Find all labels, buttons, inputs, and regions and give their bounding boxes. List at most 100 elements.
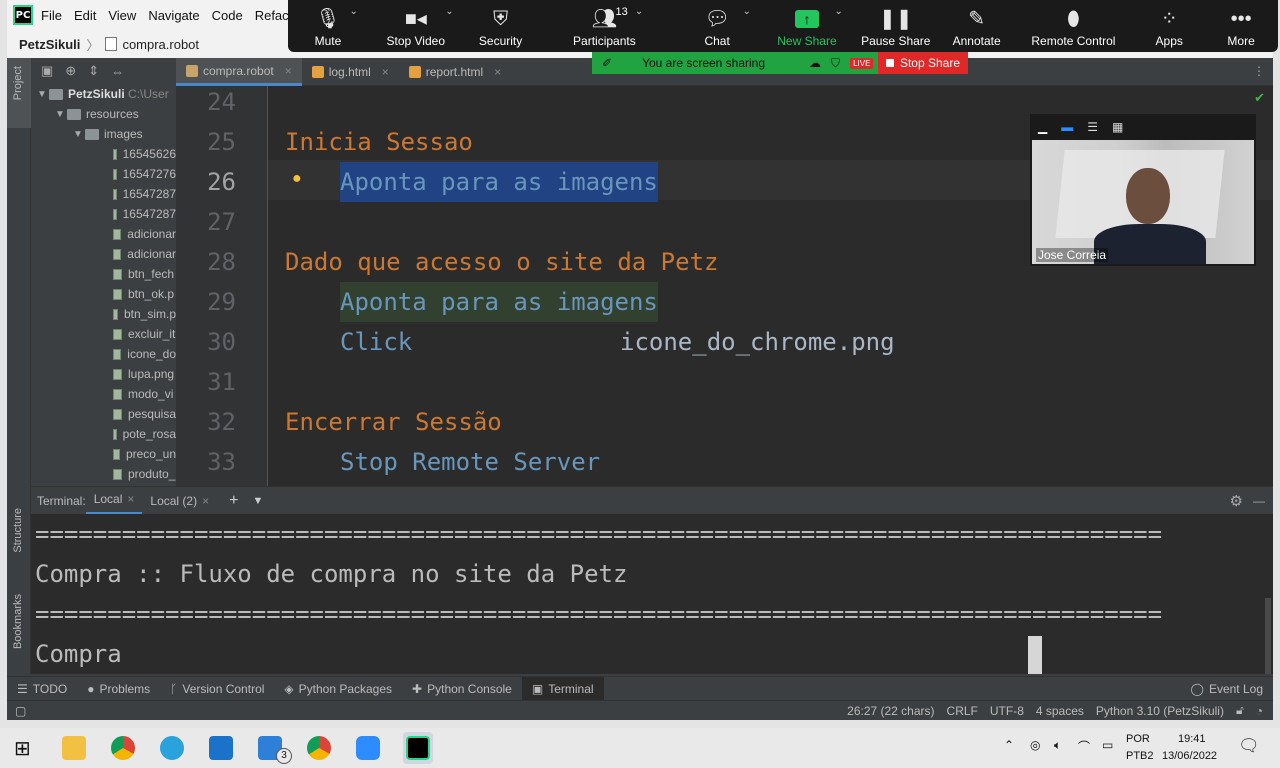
annotate-button[interactable]: ✎ Annotate [941,0,1013,52]
menu-navigate[interactable]: Navigate [148,8,199,23]
chevron-down-icon[interactable]: ⌄ [349,6,357,17]
tree-file[interactable]: preco_un [31,444,176,464]
pin-icon[interactable]: ✐ [602,56,612,70]
chat-button[interactable]: ⌄ 💬︎ Chat [671,0,763,52]
tree-file[interactable]: 16547287 [31,204,176,224]
tree-file[interactable]: lupa.png [31,364,176,384]
tree-folder-resources[interactable]: ▼ resources [31,104,176,124]
menu-file[interactable]: File [41,8,62,23]
security-button[interactable]: ⛨ Security [464,0,538,52]
stop-share-button[interactable]: Stop Share [878,52,968,74]
status-interpreter[interactable]: Python 3.10 (PetzSikuli) [1096,704,1224,718]
terminal-output[interactable]: ========================================… [31,514,1273,674]
gear-icon[interactable]: ⚙ [1230,492,1243,510]
participants-button[interactable]: ⌄ 13 👥︎ Participants [538,0,672,52]
menu-code[interactable]: Code [212,8,243,23]
layout-icon[interactable]: ▣ [41,63,53,79]
tool-python-console[interactable]: ✚ Python Console [402,677,522,701]
stop-video-button[interactable]: ⌄ ■◂ Stop Video [368,0,464,52]
terminal-tab-local[interactable]: Local × [85,487,143,515]
tree-file[interactable]: icone_do [31,344,176,364]
breadcrumb-file[interactable]: compra.robot [122,37,199,52]
tree-file[interactable]: excluir_it [31,324,176,344]
tool-todo[interactable]: ☰ TODO [7,677,77,701]
more-vertical-icon[interactable]: ⋮ [1253,64,1265,78]
chevron-down-icon[interactable]: ▼ [252,495,263,507]
strip-view-icon[interactable]: ☰ [1087,120,1098,134]
terminal-tab-local-2[interactable]: Local (2) × [142,487,217,515]
tray-date[interactable]: 13/06/2022 [1162,750,1217,762]
stripe-structure[interactable]: Structure [12,508,24,553]
gallery-view-icon[interactable]: ▦ [1112,120,1123,134]
close-icon[interactable]: × [127,492,134,506]
status-line-separator[interactable]: CRLF [947,704,978,718]
meet-icon[interactable]: ◎ [1030,738,1040,752]
expand-all-icon[interactable]: ⇕ [88,63,99,79]
tree-file[interactable]: modo_vi [31,384,176,404]
tree-file[interactable]: produto_ [31,464,176,484]
collapse-all-icon[interactable]: ⇔ [111,64,124,79]
tool-terminal[interactable]: ▣ Terminal [521,676,604,701]
tab-log-html[interactable]: log.html × [302,58,399,86]
tree-file[interactable]: 16547287 [31,184,176,204]
chevron-up-icon[interactable]: ⌃ [1004,738,1014,752]
mute-button[interactable]: ⌄ 🎙︎ Mute [288,0,368,52]
close-icon[interactable]: × [202,494,209,508]
desktop-app-icon[interactable] [209,736,233,760]
tree-file[interactable]: 16547276 [31,164,176,184]
speaker-view-icon[interactable]: ▬ [1061,120,1073,134]
status-encoding[interactable]: UTF-8 [990,704,1024,718]
notification-icon[interactable]: ◔ [1256,704,1263,718]
chevron-down-icon[interactable]: ⌄ [635,6,643,17]
pause-share-button[interactable]: ❚❚ Pause Share [851,0,941,52]
close-icon[interactable]: × [285,64,292,78]
tab-compra-robot[interactable]: compra.robot × [176,58,302,86]
close-icon[interactable]: × [494,65,501,79]
tool-problems[interactable]: ● Problems [77,677,160,701]
menu-view[interactable]: View [108,8,136,23]
pycharm-icon[interactable] [406,736,430,760]
zoom-app-icon[interactable] [356,736,380,760]
scrollbar[interactable] [1265,598,1271,674]
tree-file[interactable]: 16545626 [31,144,176,164]
tray-time[interactable]: 19:41 [1178,733,1206,745]
chrome-profile-icon[interactable] [307,736,331,760]
tool-version-control[interactable]: ᚴ Version Control [160,677,274,701]
lightbulb-icon[interactable]: ● [292,170,302,188]
file-explorer-icon[interactable] [62,736,86,760]
action-center-icon[interactable]: 🗨︎ [1238,736,1260,756]
close-icon[interactable]: × [382,65,389,79]
video-panel[interactable]: ▁ ▬ ☰ ▦ Jose Correia [1030,114,1256,266]
remote-control-button[interactable]: ⬮ Remote Control [1013,0,1135,52]
tab-report-html[interactable]: report.html × [399,58,511,86]
chrome-icon[interactable] [111,736,135,760]
status-caret-position[interactable]: 26:27 (22 chars) [847,704,934,718]
stripe-project[interactable]: Project [12,66,24,100]
tree-folder-images[interactable]: ▼ images [31,124,176,144]
more-button[interactable]: ••• More [1204,0,1278,52]
breadcrumb-project[interactable]: PetzSikuli [19,37,80,52]
battery-icon[interactable]: ▭ [1102,738,1113,752]
chevron-down-icon[interactable]: ⌄ [445,6,453,17]
chevron-down-icon[interactable]: ⌄ [834,6,842,17]
volume-icon[interactable]: 🔈︎ [1054,738,1061,753]
menu-edit[interactable]: Edit [74,8,96,23]
tree-file[interactable]: adicionar [31,224,176,244]
target-icon[interactable]: ⊕ [65,63,76,79]
tray-language[interactable]: POR [1126,733,1150,745]
tool-python-packages[interactable]: ◈ Python Packages [274,677,402,701]
lock-icon[interactable]: 🔓︎ [1236,703,1244,718]
stripe-bookmarks[interactable]: Bookmarks [12,594,24,649]
tray-layout[interactable]: PTB2 [1126,750,1154,762]
new-share-button[interactable]: ⌄ ↑ New Share [763,0,851,52]
tree-file[interactable]: adicionar [31,244,176,264]
add-icon[interactable]: + [229,492,238,510]
tree-file[interactable]: btn_fech [31,264,176,284]
tree-file[interactable]: pesquisa [31,404,176,424]
telegram-icon[interactable] [160,736,184,760]
tree-file[interactable]: pote_rosa [31,424,176,444]
minimize-icon[interactable]: ▁ [1038,120,1047,134]
chevron-down-icon[interactable]: ⌄ [743,6,751,17]
tree-file[interactable]: btn_sim.p [31,304,176,324]
layout-toggle-icon[interactable]: ▢ [15,704,26,718]
